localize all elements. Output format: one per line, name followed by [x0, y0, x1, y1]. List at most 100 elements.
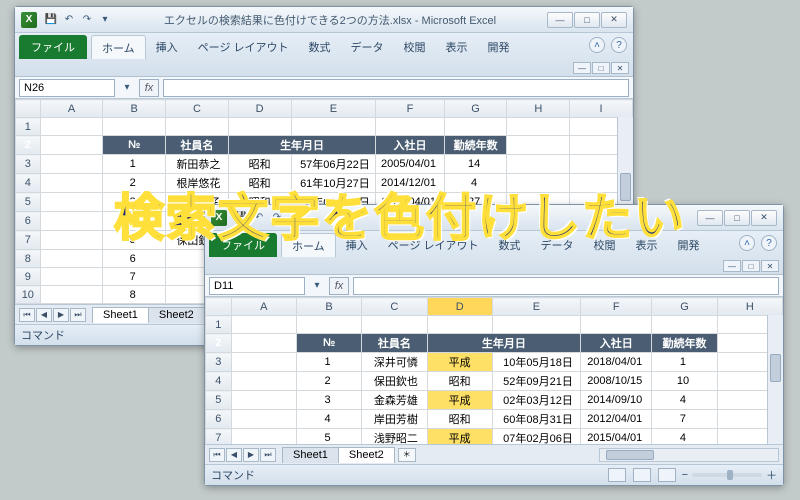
name-box[interactable]: N26	[19, 79, 115, 97]
namebox-dropdown-icon[interactable]: ▾	[309, 278, 325, 294]
cell[interactable]: 昭和	[228, 174, 291, 193]
formula-input[interactable]	[163, 79, 629, 97]
child-restore-button[interactable]: □	[592, 62, 610, 74]
help-icon[interactable]: ?	[611, 37, 627, 53]
minimize-button[interactable]: —	[547, 12, 573, 28]
cell[interactable]: 2005/04/01	[376, 155, 444, 174]
qat-more-icon[interactable]: ▾	[97, 12, 113, 28]
cell[interactable]: 2	[103, 174, 166, 193]
table-row[interactable]: 31深井可憐平成10年05月18日2018/04/011	[206, 353, 783, 372]
col-header[interactable]: F	[376, 100, 444, 118]
child-restore-button[interactable]: □	[742, 260, 760, 272]
grid-area[interactable]: ABCDEFGH12№社員名生年月日入社日勤続年数31深井可憐平成10年05月1…	[205, 297, 783, 445]
cell[interactable]: 昭和	[427, 372, 492, 391]
cell[interactable]	[507, 174, 570, 193]
col-header[interactable]: D	[427, 298, 492, 316]
cell[interactable]: 61年10月27日	[291, 174, 376, 193]
tab-developer[interactable]: 開発	[668, 233, 710, 257]
cell[interactable]	[231, 353, 296, 372]
cell[interactable]: 深井可憐	[362, 353, 427, 372]
cell[interactable]	[40, 268, 103, 286]
tab-view[interactable]: 表示	[626, 233, 668, 257]
file-tab[interactable]: ファイル	[209, 233, 277, 257]
tab-home[interactable]: ホーム	[281, 233, 336, 257]
cell[interactable]: 6	[103, 250, 166, 268]
undo-icon[interactable]: ↶	[61, 12, 77, 28]
cell[interactable]: 10年05月18日	[492, 353, 580, 372]
tab-insert[interactable]: 挿入	[336, 233, 378, 257]
formula-input[interactable]	[353, 277, 779, 295]
cell[interactable]: 3	[296, 391, 361, 410]
tab-developer[interactable]: 開発	[478, 35, 520, 59]
cell[interactable]: 2	[296, 372, 361, 391]
table-row[interactable]: 42保田欽也昭和52年09月21日2008/10/1510	[206, 372, 783, 391]
cell[interactable]	[40, 212, 103, 231]
sheet-tab-2[interactable]: Sheet2	[148, 307, 205, 323]
tab-review[interactable]: 校閲	[394, 35, 436, 59]
fx-icon[interactable]: fx	[139, 79, 159, 97]
zoom-minus-icon[interactable]: −	[682, 469, 688, 481]
cell[interactable]	[231, 391, 296, 410]
help-icon[interactable]: ?	[761, 235, 777, 251]
cell[interactable]: 4	[444, 174, 507, 193]
cell[interactable]: 07年02月06日	[492, 429, 580, 446]
cell[interactable]: 4	[652, 429, 717, 446]
fx-icon[interactable]: fx	[329, 277, 349, 295]
vertical-scrollbar[interactable]	[767, 315, 783, 444]
cell[interactable]: 2015/04/01	[581, 429, 652, 446]
zoom-plus-icon[interactable]: ＋	[766, 467, 777, 483]
cell[interactable]	[40, 231, 103, 250]
cell[interactable]: 2012/04/01	[581, 410, 652, 429]
col-header[interactable]: E	[291, 100, 376, 118]
cell[interactable]: 5	[296, 429, 361, 446]
sheet-tab-2[interactable]: Sheet2	[338, 447, 395, 463]
zoom-control[interactable]: − ＋	[682, 467, 777, 483]
maximize-button[interactable]: □	[574, 12, 600, 28]
cell[interactable]: 7	[103, 268, 166, 286]
namebox-dropdown-icon[interactable]: ▾	[119, 80, 135, 96]
cell[interactable]	[40, 174, 103, 193]
horizontal-scrollbar[interactable]	[599, 448, 779, 462]
cell[interactable]: 平成	[427, 353, 492, 372]
tab-view[interactable]: 表示	[436, 35, 478, 59]
sheet-nav-next-icon[interactable]: ▶	[53, 308, 69, 322]
cell[interactable]: 金森芳雄	[362, 391, 427, 410]
minimize-ribbon-icon[interactable]: ˄	[589, 37, 605, 53]
redo-icon[interactable]: ↷	[269, 210, 285, 226]
sheet-nav-prev-icon[interactable]: ◀	[226, 448, 242, 462]
col-header[interactable]: B	[103, 100, 166, 118]
col-header[interactable]: I	[570, 100, 633, 118]
cell[interactable]	[40, 155, 103, 174]
cell[interactable]: 保田欽也	[362, 372, 427, 391]
child-minimize-button[interactable]: —	[573, 62, 591, 74]
save-icon[interactable]: 💾	[233, 210, 249, 226]
cell[interactable]: 14	[444, 155, 507, 174]
table-row[interactable]: 53金森芳雄平成02年03月12日2014/09/104	[206, 391, 783, 410]
cell[interactable]: 02年03月12日	[492, 391, 580, 410]
cell[interactable]: 60年08月31日	[492, 410, 580, 429]
sheet-tab-1[interactable]: Sheet1	[282, 447, 339, 463]
tab-insert[interactable]: 挿入	[146, 35, 188, 59]
maximize-button[interactable]: □	[724, 210, 750, 226]
col-header[interactable]: A	[231, 298, 296, 316]
redo-icon[interactable]: ↷	[79, 12, 95, 28]
sheet-tab-1[interactable]: Sheet1	[92, 307, 149, 323]
sheet-nav-prev-icon[interactable]: ◀	[36, 308, 52, 322]
cell[interactable]: 昭和	[427, 410, 492, 429]
cell[interactable]	[40, 286, 103, 304]
col-header[interactable]: G	[444, 100, 507, 118]
cell[interactable]: 1	[103, 155, 166, 174]
cell[interactable]: 3	[103, 193, 166, 212]
sheet-nav-first-icon[interactable]: ⏮	[209, 448, 225, 462]
tab-data[interactable]: データ	[531, 233, 584, 257]
tab-home[interactable]: ホーム	[91, 35, 146, 59]
cell[interactable]: 岸田芳樹	[362, 410, 427, 429]
tab-pagelayout[interactable]: ページ レイアウト	[378, 233, 489, 257]
cell[interactable]: 10	[652, 372, 717, 391]
view-pagelayout-icon[interactable]	[633, 468, 651, 482]
col-header[interactable]: H	[717, 298, 782, 316]
new-sheet-button[interactable]: ＊	[398, 448, 416, 462]
child-close-button[interactable]: ✕	[611, 62, 629, 74]
sheet-nav-last-icon[interactable]: ⏭	[70, 308, 86, 322]
cell[interactable]: 4	[296, 410, 361, 429]
